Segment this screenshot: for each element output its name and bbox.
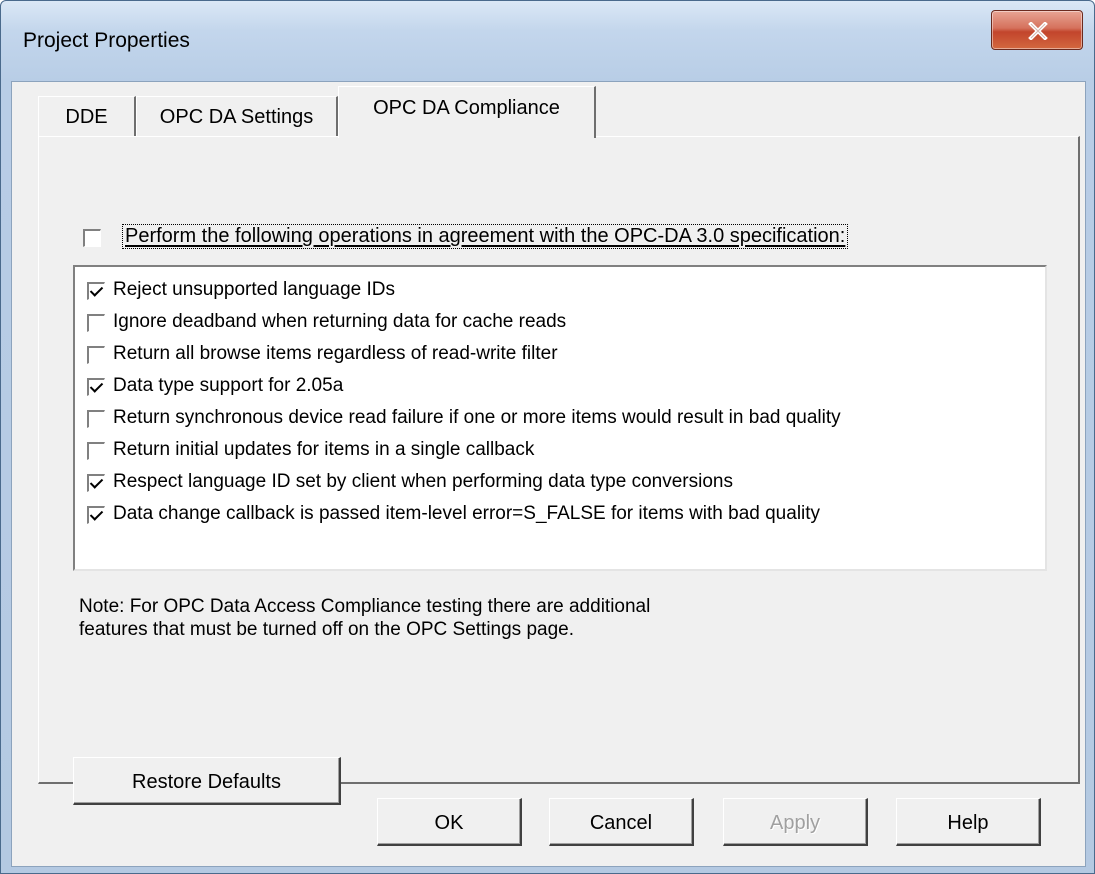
tab-dde[interactable]: DDE xyxy=(38,96,136,136)
compliance-note: Note: For OPC Data Access Compliance tes… xyxy=(79,595,979,641)
main-option-label[interactable]: Perform the following operations in agre… xyxy=(121,224,849,249)
tab-opc-da-settings-label: OPC DA Settings xyxy=(159,106,314,128)
sync-read-failure-checkbox[interactable] xyxy=(87,410,105,428)
list-item[interactable]: Return synchronous device read failure i… xyxy=(75,403,1045,433)
list-item-label: Data change callback is passed item-leve… xyxy=(113,503,821,524)
apply-label: Apply xyxy=(769,812,821,834)
tab-dde-label: DDE xyxy=(65,106,108,128)
cancel-button[interactable]: Cancel xyxy=(549,798,694,846)
restore-defaults-label: Restore Defaults xyxy=(132,771,281,793)
list-item[interactable]: Return initial updates for items in a si… xyxy=(75,435,1045,465)
project-properties-dialog: Project Properties DDE OPC DA Settings O… xyxy=(0,0,1095,874)
window-title: Project Properties xyxy=(23,29,190,52)
ok-label: OK xyxy=(434,812,464,834)
main-option-checkbox[interactable] xyxy=(83,229,101,247)
list-item[interactable]: Reject unsupported language IDs xyxy=(75,275,1045,305)
cancel-label: Cancel xyxy=(589,812,653,834)
close-button[interactable] xyxy=(991,10,1083,50)
tab-panel-opc-da-compliance: Perform the following operations in agre… xyxy=(38,136,1080,805)
list-item[interactable]: Respect language ID set by client when p… xyxy=(75,467,1045,497)
tab-opc-da-compliance[interactable]: OPC DA Compliance xyxy=(338,86,596,138)
note-line-2: features that must be turned off on the … xyxy=(79,619,575,640)
dialog-client-area: DDE OPC DA Settings OPC DA Compliance Pe… xyxy=(11,81,1086,867)
tab-opc-da-compliance-label: OPC DA Compliance xyxy=(373,97,560,119)
note-line-1: Note: For OPC Data Access Compliance tes… xyxy=(79,596,651,617)
help-button[interactable]: Help xyxy=(896,798,1041,846)
list-item-label: Return initial updates for items in a si… xyxy=(113,439,535,460)
list-item-label: Return synchronous device read failure i… xyxy=(113,407,841,428)
ok-button[interactable]: OK xyxy=(377,798,522,846)
list-item-label: Return all browse items regardless of re… xyxy=(113,343,558,364)
return-browse-items-checkbox[interactable] xyxy=(87,346,105,364)
respect-language-id-checkbox[interactable] xyxy=(87,474,105,492)
title-bar: Project Properties xyxy=(1,1,1094,81)
ignore-deadband-checkbox[interactable] xyxy=(87,314,105,332)
list-item[interactable]: Ignore deadband when returning data for … xyxy=(75,307,1045,337)
initial-updates-checkbox[interactable] xyxy=(87,442,105,460)
help-label: Help xyxy=(947,812,989,834)
compliance-options-list[interactable]: Reject unsupported language IDs Ignore d… xyxy=(73,265,1047,571)
apply-button[interactable]: Apply xyxy=(723,798,868,846)
restore-defaults-button[interactable]: Restore Defaults xyxy=(73,757,341,805)
list-item[interactable]: Return all browse items regardless of re… xyxy=(75,339,1045,369)
data-type-support-checkbox[interactable] xyxy=(87,378,105,396)
list-item-label: Data type support for 2.05a xyxy=(113,375,344,396)
list-item-label: Reject unsupported language IDs xyxy=(113,279,396,300)
tab-opc-da-settings[interactable]: OPC DA Settings xyxy=(136,96,338,136)
close-icon xyxy=(1028,22,1048,40)
data-change-callback-checkbox[interactable] xyxy=(87,506,105,524)
list-item-label: Respect language ID set by client when p… xyxy=(113,471,733,492)
reject-language-ids-checkbox[interactable] xyxy=(87,282,105,300)
list-item-label: Ignore deadband when returning data for … xyxy=(113,311,567,332)
list-item[interactable]: Data type support for 2.05a xyxy=(75,371,1045,401)
list-item[interactable]: Data change callback is passed item-leve… xyxy=(75,499,1045,529)
